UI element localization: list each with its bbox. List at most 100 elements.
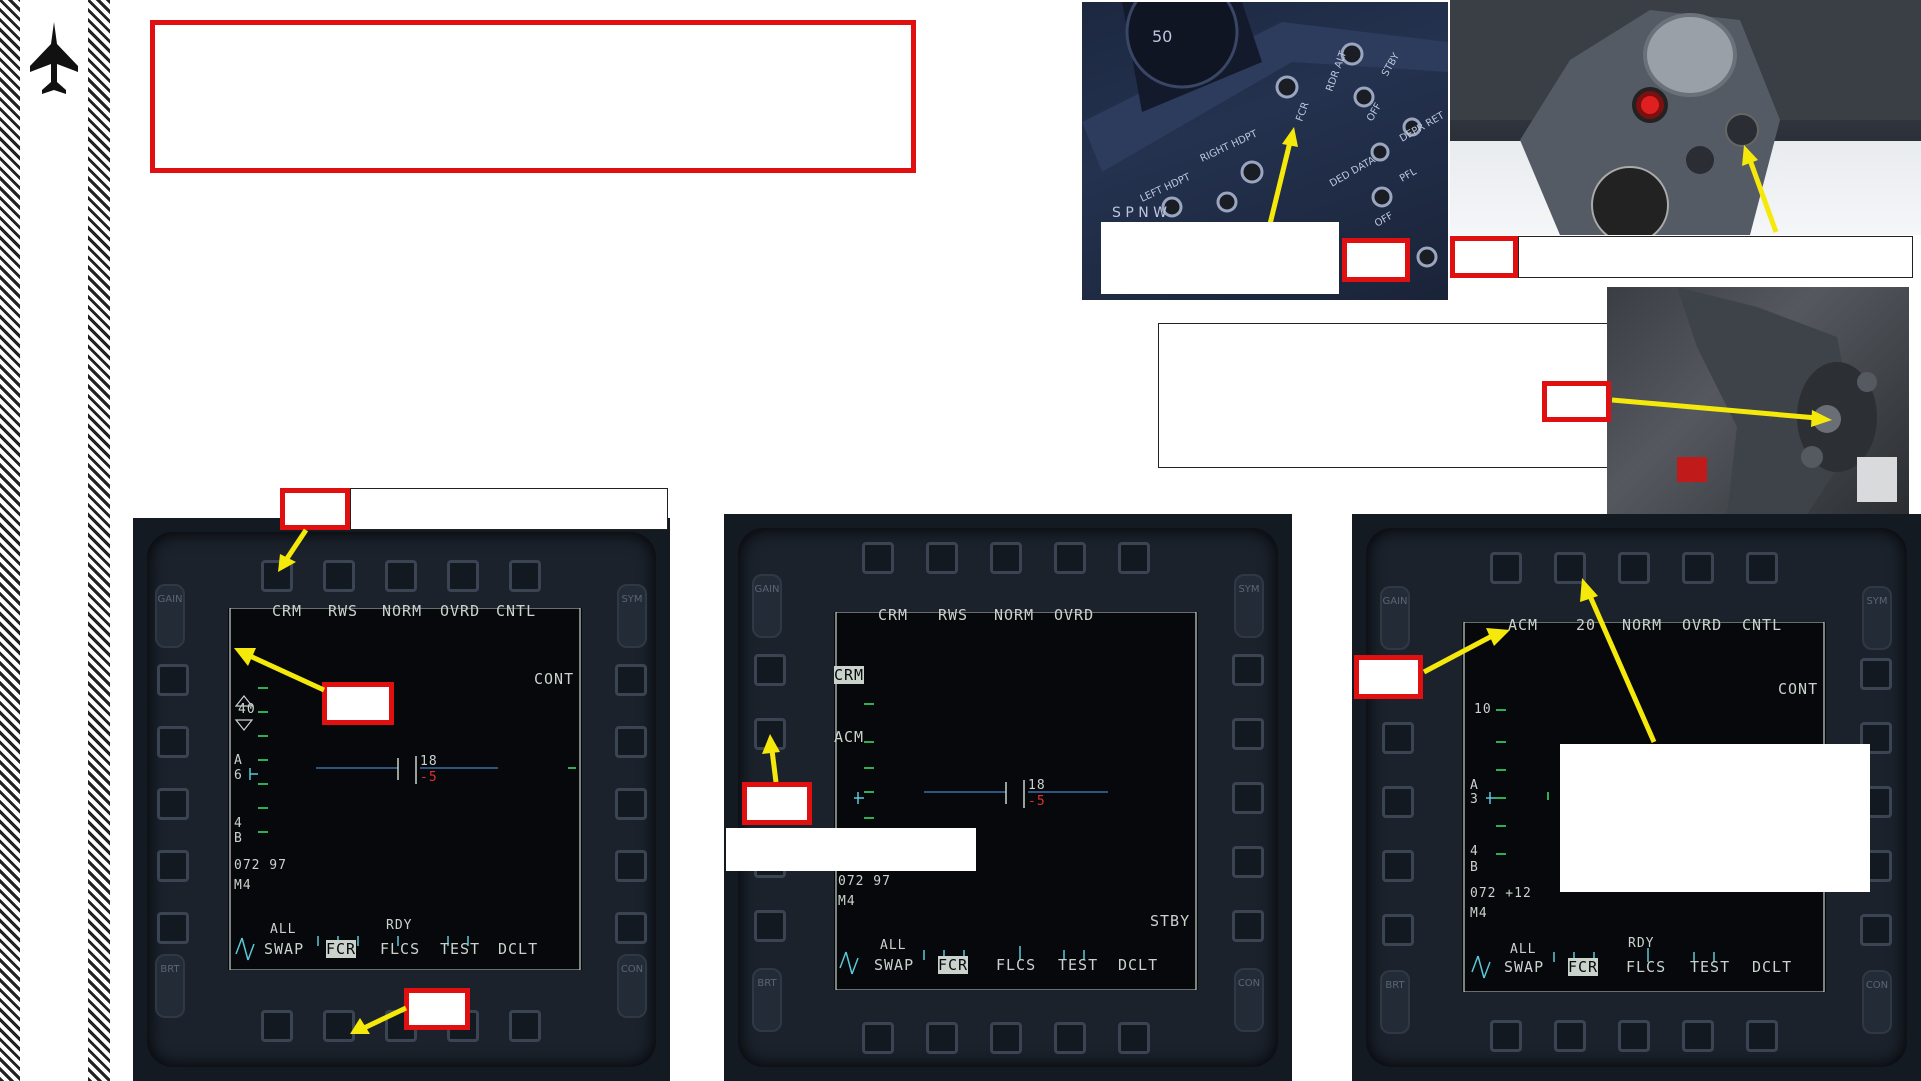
osb-bottom-15[interactable] xyxy=(261,1010,293,1042)
brt-rocker[interactable]: BRT xyxy=(752,968,782,1032)
osb-right-8[interactable] xyxy=(1232,782,1264,814)
callout-throttle-marker xyxy=(1450,236,1518,278)
throttle-grip-photo xyxy=(1450,0,1921,235)
osb-top-4[interactable] xyxy=(1054,542,1086,574)
osb-right-9[interactable] xyxy=(615,850,647,882)
menu-top-1: ACM xyxy=(1508,616,1539,634)
rdy-label: RDY xyxy=(386,918,413,933)
brt-rocker[interactable]: BRT xyxy=(1380,970,1410,1034)
osb-right-10[interactable] xyxy=(1860,914,1892,946)
osb-left-18[interactable] xyxy=(1382,786,1414,818)
callout-stick-text xyxy=(1158,323,1608,468)
osb-right-6[interactable] xyxy=(615,664,647,696)
menu-top-1: CRM xyxy=(272,602,303,620)
osb-left-16[interactable] xyxy=(157,912,189,944)
osb-bottom-13[interactable] xyxy=(1618,1020,1650,1052)
azimuth-a: A xyxy=(234,753,243,768)
bars-b: B xyxy=(1470,860,1479,875)
mfd-left: GAIN SYM BRT CON CRM RWS NORM OVRD CNTL … xyxy=(133,518,670,1081)
osb-right-7[interactable] xyxy=(1232,718,1264,750)
sym-rocker[interactable]: SYM xyxy=(617,584,647,648)
all-label: ALL xyxy=(270,922,297,937)
osb-top-5[interactable] xyxy=(1118,542,1150,574)
osb-right-8[interactable] xyxy=(615,788,647,820)
rocker-label: BRT xyxy=(757,978,777,989)
title-box xyxy=(150,20,916,173)
osb-bottom-14[interactable] xyxy=(1554,1020,1586,1052)
osb-bottom-14[interactable] xyxy=(926,1022,958,1054)
osb-left-16[interactable] xyxy=(1382,914,1414,946)
rocker-label: CON xyxy=(620,964,644,975)
osb-left-19[interactable] xyxy=(157,726,189,758)
osb-top-2[interactable] xyxy=(926,542,958,574)
scale-top: 18 xyxy=(420,754,438,769)
readout-2: M4 xyxy=(838,894,856,909)
osb-bottom-15[interactable] xyxy=(862,1022,894,1054)
rocker-label: GAIN xyxy=(157,594,183,605)
osb-right-10[interactable] xyxy=(615,912,647,944)
osb-top-1[interactable] xyxy=(862,542,894,574)
osb-top-4[interactable] xyxy=(1682,552,1714,584)
osb-left-18[interactable] xyxy=(157,788,189,820)
readout-2: M4 xyxy=(234,878,252,893)
jet-icon xyxy=(26,20,82,100)
osb-right-7[interactable] xyxy=(615,726,647,758)
osb-top-5[interactable] xyxy=(1746,552,1778,584)
osb-top-3[interactable] xyxy=(990,542,1022,574)
rocker-label: SYM xyxy=(621,594,643,605)
con-rocker[interactable]: CON xyxy=(617,954,647,1018)
rdy-label: RDY xyxy=(1628,936,1655,951)
osb-bottom-11[interactable] xyxy=(1118,1022,1150,1054)
osb-right-6[interactable] xyxy=(1860,658,1892,690)
osb-bottom-13[interactable] xyxy=(990,1022,1022,1054)
osb-bottom-12[interactable] xyxy=(1682,1020,1714,1052)
osb-bottom-11[interactable] xyxy=(1746,1020,1778,1052)
arrow-acm-osb xyxy=(762,734,786,784)
panel-label: S P N W xyxy=(1112,205,1167,221)
osb-left-20[interactable] xyxy=(157,664,189,696)
gain-rocker[interactable]: GAIN xyxy=(752,574,782,638)
sym-rocker[interactable]: SYM xyxy=(1234,574,1264,638)
menu-bottom-2: FCR xyxy=(938,956,969,974)
callout-stick-marker xyxy=(1542,381,1611,422)
sidebar-hatch-left xyxy=(0,0,20,1081)
osb-left-19[interactable] xyxy=(1382,722,1414,754)
brt-rocker[interactable]: BRT xyxy=(155,954,185,1018)
osb-bottom-15[interactable] xyxy=(1490,1020,1522,1052)
sidebar-hatch-right xyxy=(88,0,110,1081)
rocker-label: SYM xyxy=(1866,596,1888,607)
sym-rocker[interactable]: SYM xyxy=(1862,586,1892,650)
gain-rocker[interactable]: GAIN xyxy=(1380,586,1410,650)
menu-bottom-5: DCLT xyxy=(498,940,539,958)
gain-rocker[interactable]: GAIN xyxy=(155,584,185,648)
menu-top-2: RWS xyxy=(328,602,359,620)
osb-top-2[interactable] xyxy=(323,560,355,592)
rocker-label: CON xyxy=(1237,978,1261,989)
menu-top-5: CNTL xyxy=(1742,616,1783,634)
osb-left-16[interactable] xyxy=(754,910,786,942)
osb-right-6[interactable] xyxy=(1232,654,1264,686)
con-rocker[interactable]: CON xyxy=(1862,970,1892,1034)
rocker-label: CON xyxy=(1865,980,1889,991)
rocker-label: GAIN xyxy=(1382,596,1408,607)
callout-mfd1-crm-marker xyxy=(322,682,394,725)
osb-left-20[interactable] xyxy=(754,654,786,686)
menu-bottom-1: SWAP xyxy=(264,940,305,958)
menu-bottom-4: TEST xyxy=(1690,958,1731,976)
con-rocker[interactable]: CON xyxy=(1234,968,1264,1032)
osb-right-10[interactable] xyxy=(1232,910,1264,942)
osb-right-9[interactable] xyxy=(1232,846,1264,878)
osb-top-3[interactable] xyxy=(385,560,417,592)
osb-top-1[interactable] xyxy=(1490,552,1522,584)
menu-bottom-3: FLCS xyxy=(996,956,1037,974)
menu-bottom-4: TEST xyxy=(440,940,481,958)
menu-top-4: OVRD xyxy=(440,602,481,620)
arrow-osb1 xyxy=(276,528,310,574)
osb-left-17[interactable] xyxy=(1382,850,1414,882)
osb-left-17[interactable] xyxy=(157,850,189,882)
osb-bottom-11[interactable] xyxy=(509,1010,541,1042)
osb-top-4[interactable] xyxy=(447,560,479,592)
osb-bottom-12[interactable] xyxy=(1054,1022,1086,1054)
osb-top-5[interactable] xyxy=(509,560,541,592)
callout-mfd3-text xyxy=(1560,744,1870,892)
